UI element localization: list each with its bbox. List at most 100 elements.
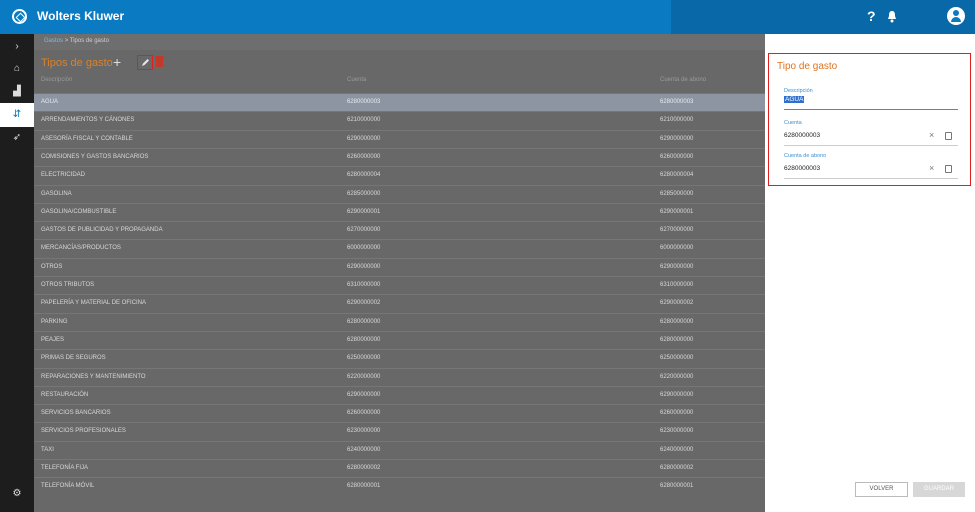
nav-reports-icon[interactable]: ▟ — [0, 80, 34, 104]
cell-cuenta: 6290000000 — [347, 135, 381, 142]
cell-cuenta: 6290000002 — [347, 300, 381, 307]
cell-cuenta: 6280000001 — [347, 483, 381, 490]
nav-collapse-icon[interactable]: › — [0, 35, 34, 59]
cell-descripcion: PRIMAS DE SEGUROS — [41, 355, 106, 362]
column-header-cuenta[interactable]: Cuenta — [347, 77, 366, 83]
breadcrumb: Gastos > Tipos de gasto — [34, 34, 765, 50]
table-row[interactable]: SERVICIOS PROFESIONALES 6230000000 6230000… — [34, 422, 765, 440]
save-button[interactable]: GUARDAR — [913, 482, 965, 497]
description-underline — [784, 109, 958, 110]
cell-cuenta-abono: 6260000000 — [660, 410, 694, 417]
table-row[interactable]: MERCANCÍAS/PRODUCTOS 6000000000 6000000000 — [34, 239, 765, 257]
table-row[interactable]: GASOLINA/COMBUSTIBLE 6290000001 6290000001 — [34, 202, 765, 221]
cell-cuenta: 6290000000 — [347, 263, 381, 270]
account-clear-icon[interactable]: × — [929, 130, 934, 140]
cell-cuenta: 6220000000 — [347, 373, 381, 380]
cell-descripcion: OTROS TRIBUTOS — [41, 282, 95, 288]
cell-cuenta-abono: 6280000004 — [660, 172, 694, 179]
table-row[interactable]: TAXI 6240000000 6240000000 — [34, 440, 765, 459]
account-lookup-icon[interactable] — [945, 132, 952, 140]
cell-descripcion: GASOLINA — [41, 190, 72, 197]
cell-descripcion: MERCANCÍAS/PRODUCTOS — [41, 245, 121, 252]
credit-account-label: Cuenta de abono — [784, 153, 827, 159]
column-header-cuenta-abono[interactable]: Cuenta de abono — [660, 77, 706, 83]
table-row[interactable]: PEAJES 6280000000 6280000000 — [34, 330, 765, 349]
panel-title: Tipo de gasto — [777, 61, 838, 72]
account-field[interactable]: 6280000003 — [784, 132, 820, 139]
table-row[interactable]: REPARACIONES Y MANTENIMIENTO 6220000000 62… — [34, 367, 765, 386]
cell-cuenta-abono: 6290000002 — [660, 300, 694, 307]
cell-cuenta-abono: 6220000000 — [660, 373, 694, 380]
edit-pencil-icon[interactable] — [137, 55, 153, 70]
description-value: AGUA — [784, 96, 805, 103]
table-row[interactable]: PAPELERÍA Y MATERIAL DE OFICINA 629000000… — [34, 294, 765, 312]
wolters-kluwer-logo-icon[interactable] — [12, 9, 27, 24]
table-row[interactable]: SERVICIOS BANCARIOS 6260000000 6260000000 — [34, 404, 765, 422]
cell-cuenta: 6240000000 — [347, 446, 381, 453]
cell-cuenta-abono: 6270000000 — [660, 227, 694, 234]
cell-cuenta-abono: 6290000000 — [660, 263, 694, 270]
cell-cuenta: 6270000000 — [347, 227, 381, 234]
credit-account-lookup-icon[interactable] — [945, 165, 952, 173]
breadcrumb-gastos-link[interactable]: Gastos — [44, 38, 63, 44]
credit-account-field[interactable]: 6280000003 — [784, 165, 820, 172]
table-row[interactable]: PARKING 6280000000 6280000000 — [34, 312, 765, 331]
table-row[interactable]: AGUA 6280000003 6280000003 — [34, 93, 765, 112]
cell-cuenta-abono: 6230000000 — [660, 428, 694, 435]
table-row[interactable]: RESTAURACIÓN 6290000000 6290000000 — [34, 385, 765, 404]
cell-descripcion: PEAJES — [41, 336, 65, 343]
cell-descripcion: COMISIONES Y GASTOS BANCARIOS — [41, 153, 149, 160]
cell-descripcion: SERVICIOS BANCARIOS — [41, 410, 111, 417]
cell-cuenta: 6210000000 — [347, 117, 381, 124]
table-row[interactable]: GASTOS DE PUBLICIDAD Y PROPAGANDA 6270000… — [34, 221, 765, 239]
cell-cuenta-abono: 6280000001 — [660, 483, 694, 490]
cell-cuenta-abono: 6240000000 — [660, 446, 694, 453]
nav-settings-icon[interactable]: ⚙ — [0, 482, 34, 506]
table-row[interactable]: TELEFONÍA FIJA 6280000002 6280000002 — [34, 459, 765, 477]
cell-cuenta: 6280000003 — [347, 99, 381, 105]
description-field[interactable]: AGUA — [784, 96, 805, 103]
delete-trash-icon[interactable] — [155, 56, 164, 67]
cell-cuenta: 6260000000 — [347, 410, 381, 417]
cell-cuenta: 6230000000 — [347, 428, 381, 435]
expense-type-edit-panel: Tipo de gasto Descripción AGUA Cuenta 62… — [768, 53, 971, 186]
description-label: Descripción — [784, 88, 813, 94]
cell-descripcion: SERVICIOS PROFESIONALES — [41, 428, 126, 435]
breadcrumb-current: Tipos de gasto — [69, 38, 109, 44]
credit-account-clear-icon[interactable]: × — [929, 163, 934, 173]
cell-cuenta-abono: 6210000000 — [660, 117, 694, 124]
cell-cuenta: 6280000004 — [347, 172, 381, 179]
table-row[interactable]: ASESORÍA FISCAL Y CONTABLE 6290000000 6290… — [34, 129, 765, 148]
cell-cuenta: 6285000000 — [347, 190, 381, 197]
bell-icon[interactable] — [886, 10, 898, 23]
left-nav: › ⌂ ▟ ⇵ ➶ ⚙ — [0, 34, 34, 512]
table-row[interactable]: GASOLINA 6285000000 6285000000 — [34, 184, 765, 203]
nav-home-icon[interactable]: ⌂ — [0, 57, 34, 81]
table-row[interactable]: ARRENDAMIENTOS Y CÁNONES 6210000000 621000… — [34, 111, 765, 129]
table-row[interactable]: ELECTRICIDAD 6280000004 6280000004 — [34, 166, 765, 184]
table-row[interactable]: TELEFONÍA MÓVIL 6280000001 6280000001 — [34, 477, 765, 495]
cell-descripcion: ARRENDAMIENTOS Y CÁNONES — [41, 117, 135, 124]
cell-cuenta: 6280000000 — [347, 318, 381, 325]
top-bar: Wolters Kluwer ? — [0, 0, 975, 34]
column-header-descripcion[interactable]: Descripción — [41, 77, 72, 83]
cell-cuenta-abono: 6280000000 — [660, 336, 694, 343]
help-icon[interactable]: ? — [867, 8, 876, 24]
cell-cuenta-abono: 6290000000 — [660, 135, 694, 142]
cell-cuenta: 6290000000 — [347, 391, 381, 398]
nav-rocket-icon[interactable]: ➶ — [0, 126, 34, 150]
add-icon[interactable]: + — [113, 54, 121, 70]
cell-cuenta-abono: 6000000000 — [660, 245, 694, 252]
nav-expenses-icon[interactable]: ⇵ — [0, 103, 34, 127]
expense-types-list-area: Gastos > Tipos de gasto Tipos de gasto +… — [34, 34, 765, 512]
user-avatar-icon[interactable] — [947, 7, 965, 25]
cell-cuenta-abono: 6260000000 — [660, 153, 694, 160]
top-bar-actions-area — [671, 0, 975, 34]
table-row[interactable]: COMISIONES Y GASTOS BANCARIOS 6260000000 6… — [34, 147, 765, 166]
table-row[interactable]: OTROS 6290000000 6290000000 — [34, 257, 765, 276]
back-button[interactable]: VOLVER — [855, 482, 908, 497]
table-row[interactable]: OTROS TRIBUTOS 6310000000 6310000000 — [34, 276, 765, 294]
table-row[interactable]: PRIMAS DE SEGUROS 6250000000 6250000000 — [34, 349, 765, 367]
cell-cuenta: 6280000000 — [347, 336, 381, 343]
cell-descripcion: TELEFONÍA FIJA — [41, 465, 89, 471]
